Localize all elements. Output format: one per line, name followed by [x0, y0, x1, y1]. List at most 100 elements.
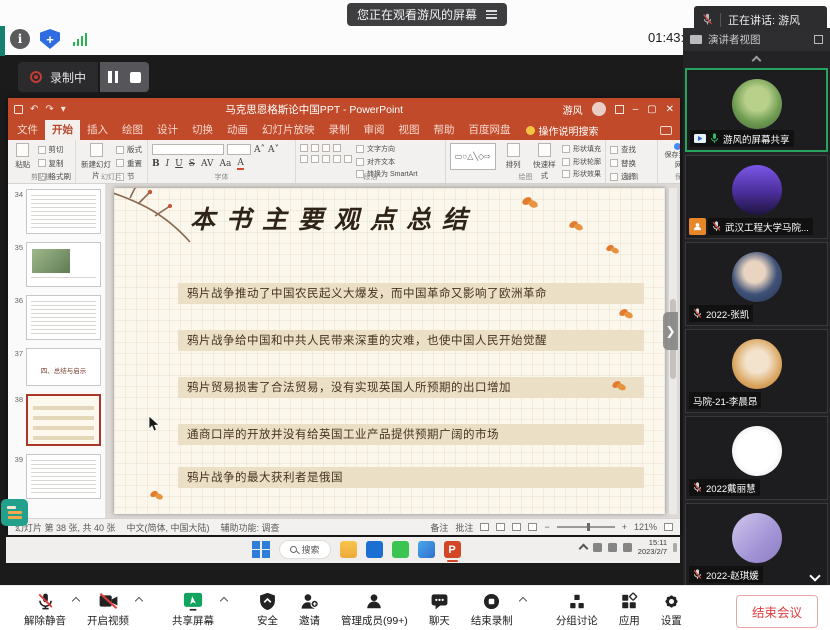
align-text-button[interactable]: 对齐文本	[356, 157, 418, 167]
start-button[interactable]	[252, 541, 270, 559]
columns-icon[interactable]	[344, 155, 352, 163]
thumbnail-39[interactable]: 39	[10, 454, 101, 499]
record-options-chevron[interactable]	[519, 597, 527, 605]
tray-overflow-icon[interactable]	[578, 544, 588, 554]
slide-thumbnail-panel[interactable]: 34 35 36 37 四、总结与启示 38 39	[8, 184, 106, 518]
language-status[interactable]: 中文(简体, 中国大陆)	[127, 521, 210, 534]
network-icon[interactable]	[623, 543, 632, 552]
tab-record[interactable]: 录制	[322, 120, 357, 140]
slide-bullet-2[interactable]: 鸦片战争给中国和中共人民带来深重的灾难，也使中国人民开始觉醒	[178, 330, 644, 351]
apps-button[interactable]: 应用	[619, 591, 640, 628]
tab-draw[interactable]: 绘图	[115, 120, 150, 140]
replace-button[interactable]: 替换	[610, 158, 636, 169]
shapes-gallery[interactable]: ▭○△╲◇⇨	[450, 143, 496, 170]
security-button[interactable]: 安全	[257, 591, 278, 628]
tab-review[interactable]: 审阅	[357, 120, 392, 140]
slide-scrollbar[interactable]	[669, 188, 677, 514]
slide-bullet-4[interactable]: 通商口岸的开放并没有给英国工业产品提供预期广阔的市场	[178, 424, 644, 445]
slide-number-status[interactable]: 幻灯片 第 38 张, 共 40 张	[15, 521, 116, 534]
justify-icon[interactable]	[333, 155, 341, 163]
photos-app-icon[interactable]	[418, 541, 435, 558]
chat-button[interactable]: 聊天	[429, 591, 450, 628]
video-options-chevron[interactable]	[135, 597, 143, 605]
save-to-baidu-button[interactable]: 保存到百度网盘	[662, 143, 680, 170]
arrange-button[interactable]: 排列	[500, 143, 527, 170]
line-spacing-icon[interactable]	[333, 144, 341, 152]
tab-transitions[interactable]: 切换	[185, 120, 220, 140]
network-signal-icon[interactable]	[70, 29, 90, 49]
thumbnail-35[interactable]: 35	[10, 242, 101, 287]
font-color-icon[interactable]: A	[237, 158, 244, 170]
settings-button[interactable]: 设置	[661, 591, 682, 628]
bold-button[interactable]: B	[152, 159, 160, 169]
slide-bullet-5[interactable]: 鸦片战争的最大获利者是俄国	[178, 467, 644, 488]
font-size-input[interactable]	[227, 144, 251, 155]
redo-icon[interactable]: ↷	[45, 104, 53, 115]
tab-slideshow[interactable]: 幻灯片放映	[255, 120, 322, 140]
tell-me-search[interactable]: 操作说明搜索	[526, 123, 599, 138]
outlook-icon[interactable]	[366, 541, 383, 558]
breakout-rooms-button[interactable]: 分组讨论	[556, 591, 598, 628]
participant-tile[interactable]: 2022戴丽慧	[685, 416, 828, 500]
participant-tile[interactable]: 2022-赵琪媛	[685, 503, 828, 587]
slide-sorter-icon[interactable]	[496, 523, 505, 531]
participant-tile[interactable]: 武汉工程大学马院...	[685, 155, 828, 239]
invite-button[interactable]: 邀请	[299, 591, 320, 628]
ribbon-display-icon[interactable]	[615, 105, 624, 114]
underline-button[interactable]: U	[175, 159, 183, 169]
layout-button[interactable]: 版式	[116, 144, 142, 155]
copy-button[interactable]: 复制	[38, 158, 72, 169]
comments-toggle[interactable]: 批注	[455, 521, 473, 534]
start-video-button[interactable]: 开启视频	[87, 591, 129, 628]
normal-view-icon[interactable]	[480, 523, 489, 531]
tab-insert[interactable]: 插入	[80, 120, 115, 140]
zoom-in-button[interactable]: +	[622, 522, 627, 532]
slide-bullet-3[interactable]: 鸦片贸易损害了合法贸易，没有实现英国人所预期的出口增加	[178, 377, 644, 398]
align-left-icon[interactable]	[300, 155, 308, 163]
tab-help[interactable]: 帮助	[427, 120, 462, 140]
tab-file[interactable]: 文件	[10, 120, 45, 140]
restore-button[interactable]: ▢	[647, 104, 656, 115]
close-button[interactable]: ✕	[666, 104, 674, 115]
change-case-icon[interactable]: Aa	[220, 159, 232, 169]
file-explorer-icon[interactable]	[340, 541, 357, 558]
wechat-icon[interactable]	[392, 541, 409, 558]
indent-icon[interactable]	[322, 144, 330, 152]
volume-icon[interactable]	[608, 543, 617, 552]
participant-tile[interactable]: 2022-张凯	[685, 242, 828, 326]
stop-record-button[interactable]: 结束录制	[471, 591, 513, 628]
stop-recording-button[interactable]	[130, 72, 141, 83]
watching-screen-banner[interactable]: 您正在观看游风的屏幕	[347, 3, 507, 26]
slideshow-icon[interactable]	[528, 523, 537, 531]
shape-outline-button[interactable]: 形状轮廓	[562, 157, 601, 167]
tab-baidu-netdisk[interactable]: 百度网盘	[462, 120, 518, 140]
cut-button[interactable]: 剪切	[38, 144, 72, 155]
share-options-chevron[interactable]	[220, 597, 228, 605]
find-button[interactable]: 查找	[610, 144, 636, 155]
zoom-slider-knob[interactable]	[587, 523, 591, 531]
pause-recording-button[interactable]	[108, 71, 118, 83]
undo-icon[interactable]: ↶	[30, 104, 38, 115]
current-slide[interactable]: 本书主要观点总结 鸦片战争推动了中国农民起义大爆发，而中国革命又影响了欧洲革命 …	[114, 188, 665, 514]
thumbnail-36[interactable]: 36	[10, 295, 101, 340]
fit-to-window-icon[interactable]	[664, 523, 673, 531]
tab-animations[interactable]: 动画	[220, 120, 255, 140]
zoom-slider[interactable]	[557, 526, 615, 528]
notes-toggle[interactable]: 备注	[430, 521, 448, 534]
ppt-account-avatar[interactable]	[592, 102, 606, 116]
banner-menu-icon[interactable]	[486, 10, 497, 19]
participant-tile[interactable]: 马院-21-李晨昂	[685, 329, 828, 413]
share-screen-button[interactable]: 共享屏幕	[172, 591, 214, 628]
meeting-protect-shield-icon[interactable]: +	[40, 29, 60, 49]
zoom-level[interactable]: 121%	[634, 522, 657, 532]
tab-view[interactable]: 视图	[392, 120, 427, 140]
thumbnail-38-selected[interactable]: 38	[10, 394, 101, 446]
text-direction-button[interactable]: 文字方向	[356, 144, 418, 154]
end-meeting-button[interactable]: 结束会议	[736, 595, 818, 628]
char-spacing-icon[interactable]: AV	[201, 159, 214, 169]
minimize-button[interactable]: –	[633, 104, 639, 115]
thumbnail-37[interactable]: 37 四、总结与启示	[10, 348, 101, 386]
taskbar-clock[interactable]: 15:11 2023/2/7	[638, 539, 667, 556]
chevron-down-icon[interactable]	[809, 570, 820, 581]
manage-members-button[interactable]: 管理成员(99+)	[341, 591, 408, 628]
